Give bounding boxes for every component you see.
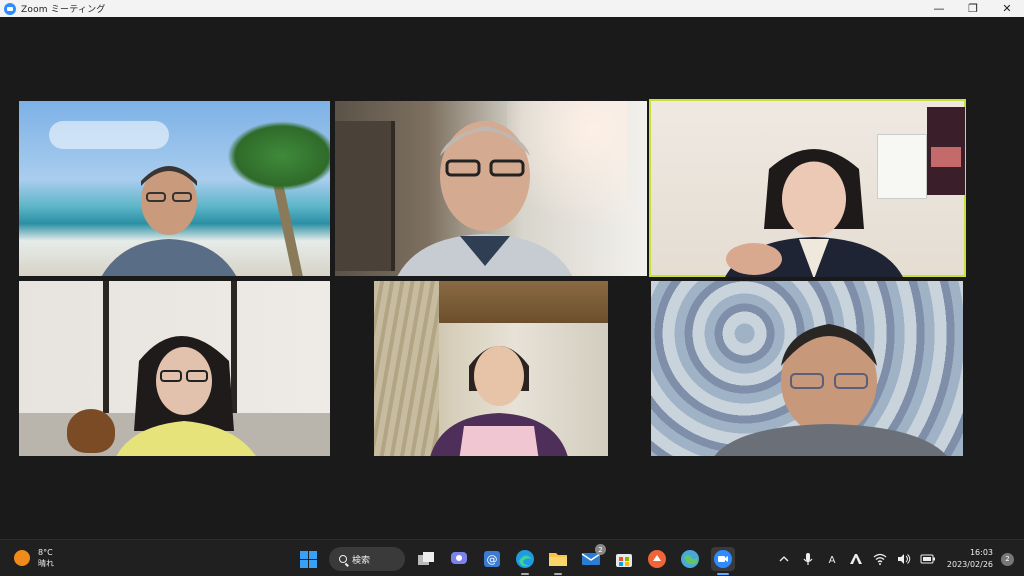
mail-button[interactable]: 2 <box>579 544 606 571</box>
search-label: 検索 <box>352 555 371 566</box>
participant-video-tile-active[interactable] <box>649 99 966 277</box>
microphone-button[interactable] <box>799 550 817 568</box>
zoom-icon <box>714 550 732 568</box>
microphone-icon <box>803 553 813 565</box>
wifi-button[interactable] <box>871 550 889 568</box>
edge-browser-button[interactable] <box>513 547 537 575</box>
letter-a-icon: A <box>828 555 835 565</box>
weather-temperature: 8°C <box>38 548 53 557</box>
task-view-button[interactable] <box>414 547 438 571</box>
globe-icon <box>681 550 699 568</box>
at-sign-icon: @ <box>484 551 500 567</box>
store-button[interactable] <box>612 547 636 571</box>
taskbar-clock[interactable]: 16:03 2023/02/26 <box>947 547 993 571</box>
battery-button[interactable] <box>919 550 937 568</box>
system-tray: A 16:03 2023/02/26 2 <box>769 544 1014 574</box>
mail-at-app-button[interactable]: @ <box>480 547 504 571</box>
wall-poster <box>927 107 965 195</box>
participant-video-tile[interactable] <box>19 281 330 456</box>
weather-condition: 晴れ <box>38 559 54 568</box>
clock-date: 2023/02/26 <box>946 560 993 569</box>
folder-icon <box>549 553 567 566</box>
chevron-up-icon <box>779 556 789 562</box>
mail-notification-badge: 2 <box>595 544 606 555</box>
store-icon <box>616 554 632 567</box>
sun-icon <box>14 550 30 566</box>
windows-logo-icon <box>299 550 317 568</box>
participant-person <box>714 324 947 456</box>
ime-button[interactable]: A <box>823 550 841 568</box>
adobe-tray-button[interactable] <box>847 550 865 568</box>
minimize-button[interactable]: — <box>922 0 956 17</box>
zoom-taskbar-button[interactable] <box>711 547 735 575</box>
meeting-gallery <box>0 17 1024 539</box>
title-bar: Zoom ミーティング — ❐ ✕ <box>0 0 1024 17</box>
maximize-button[interactable]: ❐ <box>956 0 990 17</box>
active-window-indicator <box>717 573 729 575</box>
windows-taskbar: 8°C 晴れ 検索 @ 2 A 16:03 2023/02/26 2 <box>0 539 1024 576</box>
teams-chat-button[interactable] <box>447 547 471 571</box>
show-hidden-icons-button[interactable] <box>775 550 793 568</box>
participant-person <box>430 346 568 456</box>
start-button[interactable] <box>296 547 320 571</box>
task-view-icon <box>418 552 434 565</box>
participant-video-tile[interactable] <box>19 101 330 276</box>
chat-icon <box>451 552 467 564</box>
edge-icon <box>516 550 534 568</box>
running-indicator <box>521 573 529 575</box>
participant-video-tile[interactable] <box>651 281 963 456</box>
wifi-icon <box>873 553 887 565</box>
participant-person <box>397 121 573 276</box>
volume-button[interactable] <box>895 550 913 568</box>
clock-time: 16:03 <box>969 548 993 557</box>
weather-widget[interactable]: 8°C 晴れ <box>14 547 54 569</box>
file-explorer-button[interactable] <box>546 547 570 575</box>
window-controls: — ❐ ✕ <box>922 0 1024 17</box>
zoom-app-icon <box>4 2 16 15</box>
participant-video-tile[interactable] <box>374 281 608 456</box>
adobe-icon <box>849 554 862 564</box>
notification-center-badge[interactable]: 2 <box>1001 552 1014 566</box>
speaker-icon <box>897 554 911 564</box>
svg-text:A: A <box>828 555 835 565</box>
svg-text:@: @ <box>487 553 498 566</box>
participant-person <box>725 149 903 277</box>
red-app-icon <box>648 550 666 568</box>
window-title: Zoom ミーティング <box>21 5 106 15</box>
close-button[interactable]: ✕ <box>990 0 1024 17</box>
participant-person <box>101 166 237 276</box>
running-indicator <box>554 573 562 575</box>
battery-icon <box>920 554 935 564</box>
taskbar-search-button[interactable]: 検索 <box>329 547 405 571</box>
participant-person <box>116 336 256 456</box>
participant-video-tile[interactable] <box>335 101 647 276</box>
teddy-bear <box>67 409 115 453</box>
globe-app-button[interactable] <box>678 547 702 571</box>
app-button[interactable] <box>645 547 669 571</box>
taskbar-app-icons: 検索 @ 2 <box>296 544 744 575</box>
ceiling-beam <box>439 281 608 323</box>
search-icon <box>339 555 347 563</box>
